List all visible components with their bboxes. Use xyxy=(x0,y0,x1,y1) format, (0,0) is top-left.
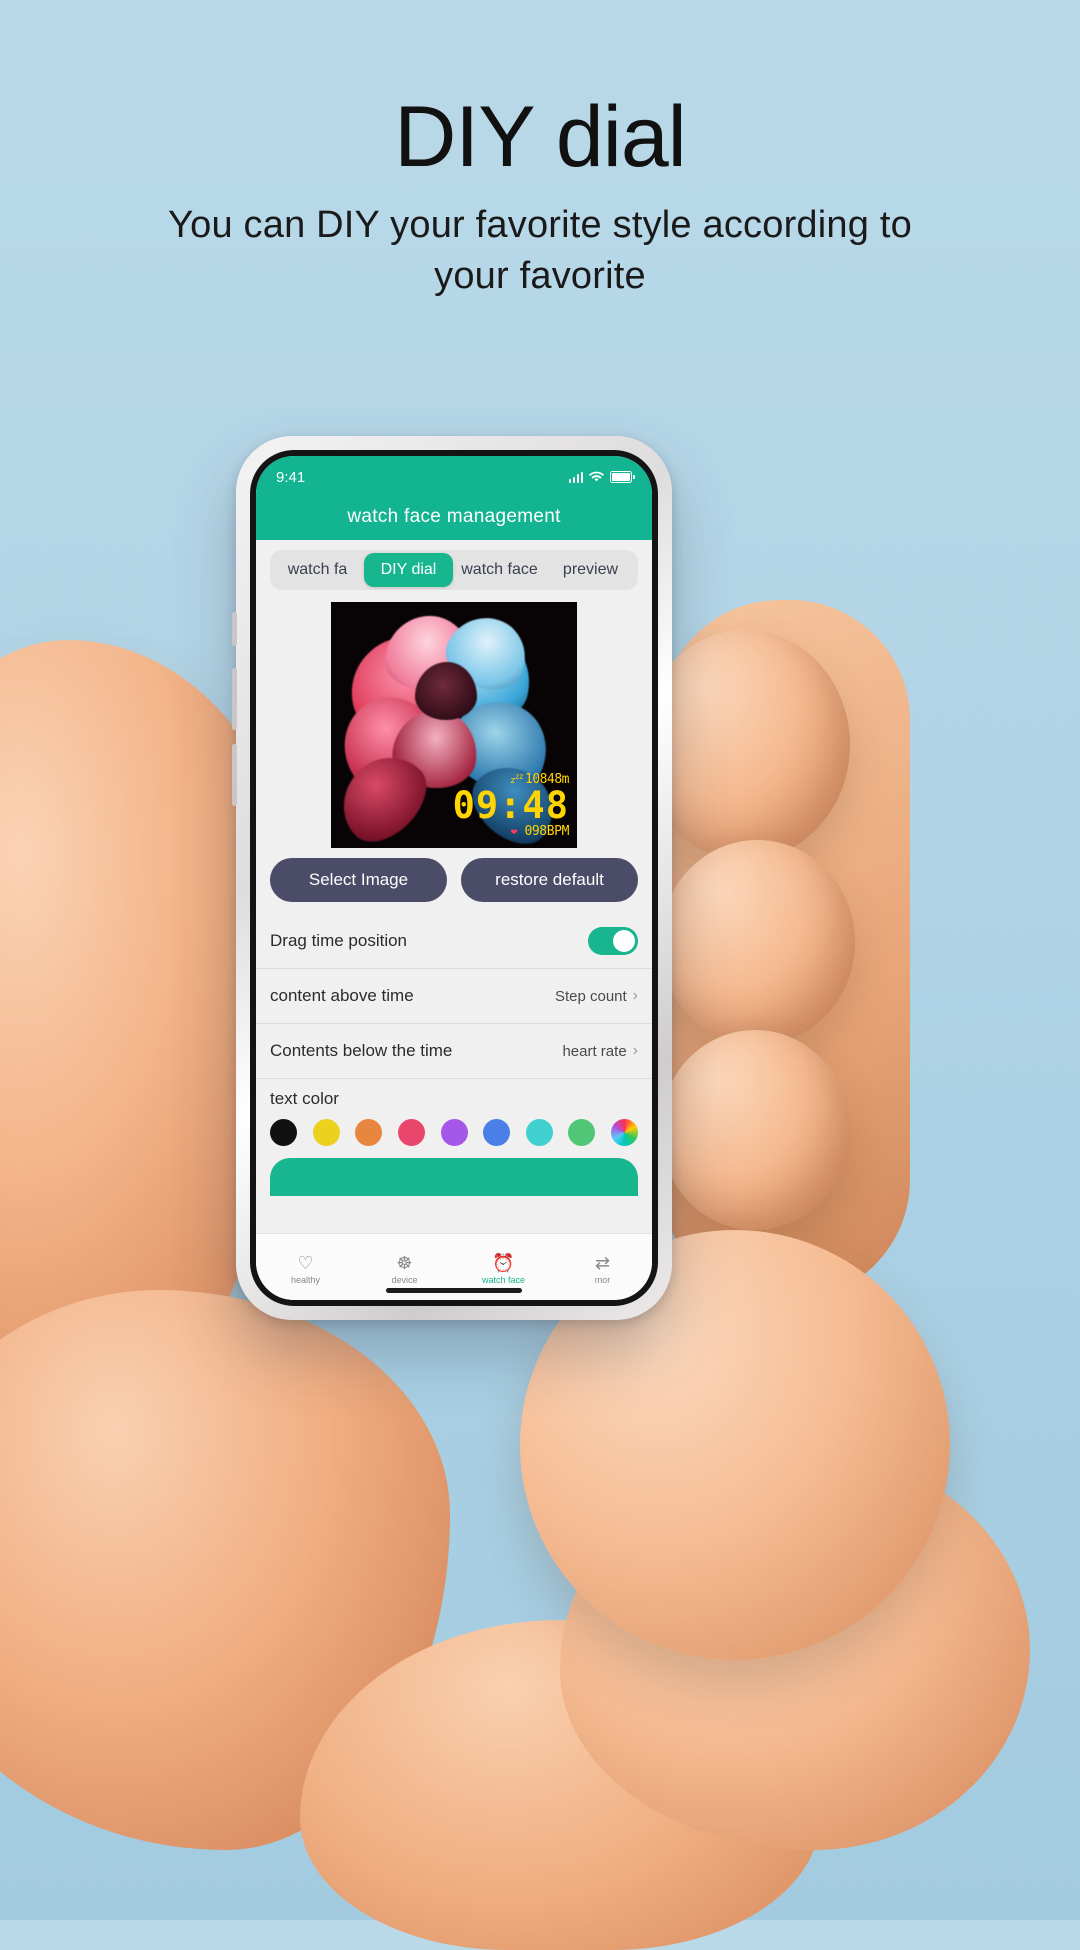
wifi-icon xyxy=(589,471,604,482)
devices-icon: ☸ xyxy=(396,1252,413,1273)
watchface-preview[interactable]: zzz 10848m 09:48 ❤ 098BPM xyxy=(331,602,577,848)
phone-bezel: 9:41 watch face management watch fa DIY … xyxy=(250,450,658,1306)
watchface-time: 09:48 xyxy=(452,784,569,827)
tab-bar-container: watch fa DIY dial watch face preview xyxy=(256,540,652,598)
chevron-right-icon: › xyxy=(632,1042,638,1059)
nav-label: healthy xyxy=(290,1274,321,1285)
tab-watch-fa[interactable]: watch fa xyxy=(273,553,362,587)
row-content-above-time[interactable]: content above time Step count › xyxy=(256,969,652,1024)
swatch-black[interactable] xyxy=(270,1119,297,1146)
watchface-clock-overlay[interactable]: zzz 10848m 09:48 ❤ 098BPM xyxy=(331,773,577,838)
nav-label: mor xyxy=(594,1274,611,1285)
heart-pulse-icon: ♡ xyxy=(297,1252,314,1273)
status-bar: 9:41 xyxy=(256,456,652,494)
nav-healthy[interactable]: ♡ healthy xyxy=(256,1238,355,1300)
app-bar-title: watch face management xyxy=(347,506,561,527)
chevron-right-icon: › xyxy=(632,987,638,1004)
nav-label: device xyxy=(391,1274,418,1285)
restore-default-button[interactable]: restore default xyxy=(461,858,638,902)
finger-ring xyxy=(660,1030,850,1230)
swatch-rainbow[interactable] xyxy=(611,1119,638,1146)
watch-icon: ⏰ xyxy=(492,1252,515,1273)
row-drag-time-position[interactable]: Drag time position xyxy=(256,914,652,969)
battery-full-icon xyxy=(610,471,635,483)
cellular-signal-icon xyxy=(568,471,583,483)
primary-action-pill[interactable] xyxy=(270,1158,638,1196)
tab-diy-dial[interactable]: DIY dial xyxy=(364,553,453,587)
color-swatch-row xyxy=(270,1119,638,1146)
swatch-green[interactable] xyxy=(568,1119,596,1146)
swatch-cyan[interactable] xyxy=(525,1119,553,1146)
action-button-row: Select Image restore default xyxy=(256,858,652,914)
text-color-section: text color xyxy=(256,1079,652,1150)
finger-middle xyxy=(660,840,855,1045)
app-bar: watch face management xyxy=(256,494,652,540)
row-value-group: Step count › xyxy=(555,987,638,1005)
select-image-button[interactable]: Select Image xyxy=(270,858,447,902)
tab-watch-face[interactable]: watch face xyxy=(455,553,544,587)
text-color-label: text color xyxy=(270,1089,339,1108)
row-value: heart rate xyxy=(562,1042,627,1060)
segmented-tab-bar: watch fa DIY dial watch face preview xyxy=(270,550,638,590)
status-icon-group xyxy=(568,471,635,483)
settings-list: Drag time position content above time St… xyxy=(256,914,652,1079)
row-contents-below-time[interactable]: Contents below the time heart rate › xyxy=(256,1024,652,1079)
swatch-blue[interactable] xyxy=(483,1119,511,1146)
status-time: 9:41 xyxy=(276,468,306,486)
phone-volume-down[interactable] xyxy=(232,744,237,806)
row-label: Drag time position xyxy=(270,931,408,950)
swatch-orange[interactable] xyxy=(355,1119,383,1146)
phone-volume-up[interactable] xyxy=(232,668,237,730)
heart-icon: ❤ xyxy=(510,825,518,838)
drag-time-toggle[interactable] xyxy=(588,927,638,955)
home-indicator[interactable] xyxy=(386,1288,522,1293)
more-icon: ⇄ xyxy=(594,1252,611,1273)
watchface-heart-rate: 098BPM xyxy=(524,824,569,839)
row-label: Contents below the time xyxy=(270,1041,453,1060)
phone-silent-switch[interactable] xyxy=(232,612,237,646)
swatch-purple[interactable] xyxy=(440,1119,468,1146)
row-value-group: heart rate › xyxy=(562,1042,638,1060)
nav-label: watch face xyxy=(481,1274,526,1285)
nav-more[interactable]: ⇄ mor xyxy=(553,1238,652,1300)
watchface-preview-container: zzz 10848m 09:48 ❤ 098BPM xyxy=(256,598,652,858)
phone-screen: 9:41 watch face management watch fa DIY … xyxy=(256,456,652,1300)
swatch-yellow[interactable] xyxy=(312,1119,340,1146)
phone-mockup: 9:41 watch face management watch fa DIY … xyxy=(232,436,672,1320)
tab-preview[interactable]: preview xyxy=(546,553,635,587)
row-value: Step count xyxy=(554,987,627,1005)
row-label: content above time xyxy=(270,986,414,1005)
swatch-pink[interactable] xyxy=(397,1119,425,1146)
